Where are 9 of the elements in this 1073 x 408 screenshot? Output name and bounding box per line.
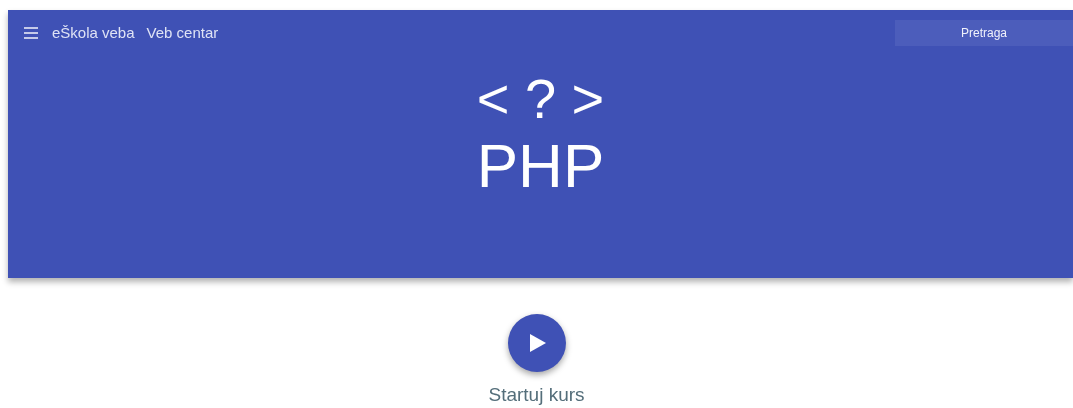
brand-link[interactable]: eŠkola veba xyxy=(52,21,135,45)
search-field[interactable]: Pretraga xyxy=(895,20,1073,46)
play-icon xyxy=(530,334,546,352)
code-symbol: < ? > xyxy=(476,69,605,129)
menu-icon[interactable] xyxy=(24,27,38,39)
start-course-label: Startuj kurs xyxy=(488,384,585,406)
play-button[interactable] xyxy=(507,314,566,372)
course-title: PHP xyxy=(476,131,605,201)
nav-link[interactable]: Veb centar xyxy=(146,21,219,45)
